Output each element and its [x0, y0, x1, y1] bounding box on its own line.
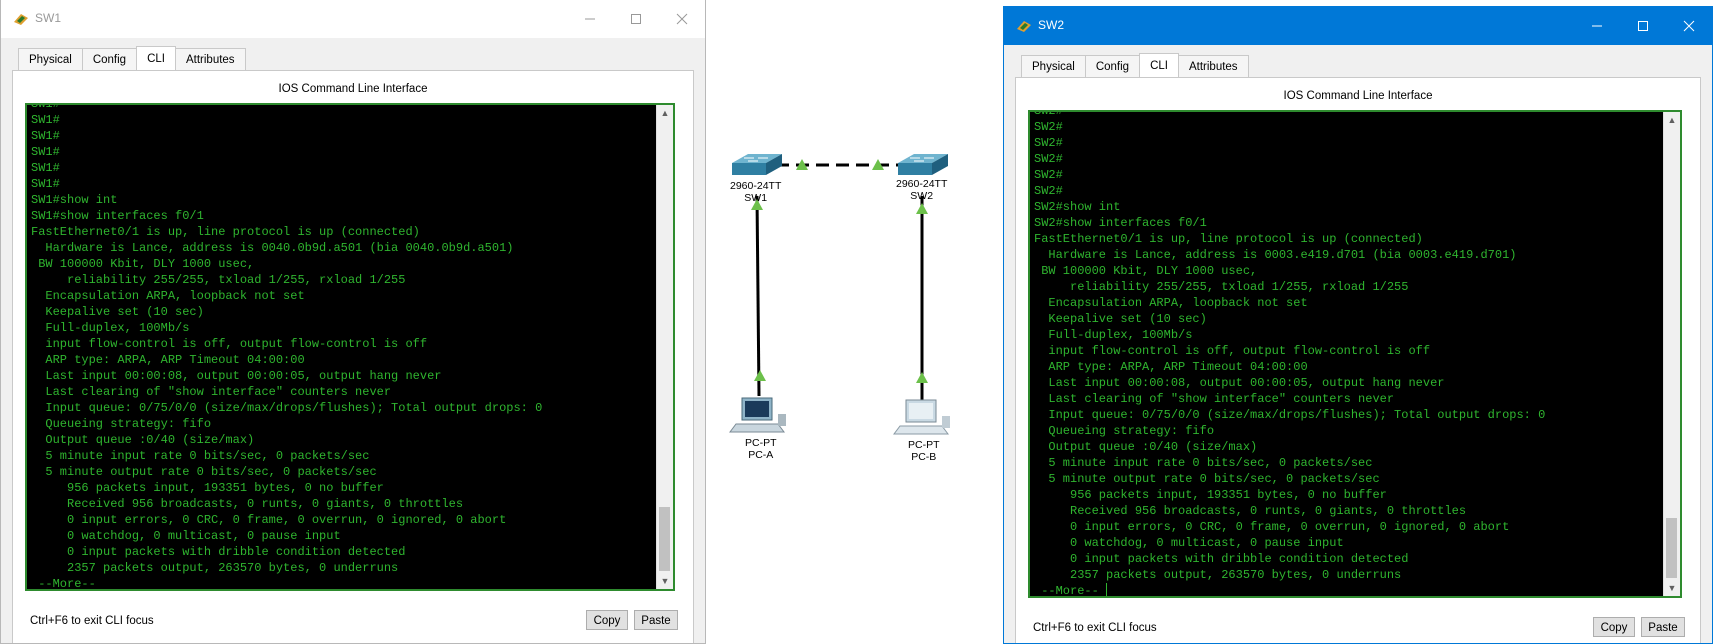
window-title: SW2: [1038, 18, 1065, 32]
sw1-titlebar[interactable]: SW1: [1, 0, 705, 38]
scroll-thumb[interactable]: [1666, 518, 1677, 578]
sw1-device-label[interactable]: 2960-24TT SW1: [730, 180, 781, 204]
device-name: SW1: [744, 192, 768, 204]
minimize-button[interactable]: [1574, 7, 1620, 45]
tab-cli[interactable]: CLI: [1139, 53, 1179, 77]
paste-button[interactable]: Paste: [1641, 617, 1685, 637]
switch-icon[interactable]: [732, 154, 782, 175]
scroll-down-icon[interactable]: ▼: [657, 573, 673, 589]
scroll-up-icon[interactable]: ▲: [1664, 112, 1680, 128]
terminal-output[interactable]: SW2# SW2# SW2# SW2# SW2# SW2# SW2#show i…: [1034, 110, 1654, 598]
text-cursor: [1106, 583, 1108, 596]
sw2-content: Physical Config CLI Attributes IOS Comma…: [1009, 45, 1707, 643]
terminal-scrollbar[interactable]: ▲ ▼: [1663, 112, 1680, 596]
terminal-text: SW2# SW2# SW2# SW2# SW2# SW2# SW2#show i…: [1034, 110, 1546, 598]
minimize-button[interactable]: [567, 0, 613, 38]
link-up-icon: [916, 372, 928, 383]
close-icon: [1683, 20, 1695, 32]
scroll-thumb[interactable]: [659, 507, 670, 571]
tab-bar: Physical Config CLI Attributes: [1021, 53, 1249, 77]
sw2-titlebar[interactable]: SW2: [1004, 7, 1712, 45]
packet-tracer-icon: [1017, 21, 1031, 32]
pcb-device-label[interactable]: PC-PT PC-B: [908, 439, 940, 463]
device-model: PC-PT: [745, 437, 777, 449]
topology-canvas[interactable]: 2960-24TT SW1 2960-24TT SW2 PC-PT PC-A P…: [706, 0, 1003, 644]
maximize-icon: [1638, 21, 1648, 31]
maximize-button[interactable]: [1620, 7, 1666, 45]
link-up-icon: [916, 203, 928, 214]
tab-config[interactable]: Config: [81, 48, 138, 70]
close-icon: [676, 13, 688, 25]
sw1-window: SW1 Physical Config CLI Attributes IOS C…: [0, 0, 706, 644]
device-model: 2960-24TT: [730, 180, 782, 192]
panel-title: IOS Command Line Interface: [1283, 90, 1433, 102]
tab-physical[interactable]: Physical: [1021, 55, 1086, 77]
link-up-icon: [754, 370, 766, 381]
scroll-up-icon[interactable]: ▲: [657, 105, 673, 121]
pca-device-label[interactable]: PC-PT PC-A: [745, 437, 777, 461]
copy-button[interactable]: Copy: [1593, 617, 1635, 637]
scroll-down-icon[interactable]: ▼: [1664, 580, 1680, 596]
sw1-content: Physical Config CLI Attributes IOS Comma…: [6, 38, 700, 643]
tab-cli[interactable]: CLI: [136, 46, 176, 70]
device-name: PC-B: [911, 451, 937, 463]
paste-button[interactable]: Paste: [634, 610, 678, 630]
cli-focus-hint: Ctrl+F6 to exit CLI focus: [1033, 622, 1157, 634]
cli-terminal[interactable]: SW2# SW2# SW2# SW2# SW2# SW2# SW2#show i…: [1028, 110, 1682, 598]
device-name: SW2: [910, 190, 934, 202]
topology-links: [729, 154, 950, 435]
pc-icon[interactable]: [729, 397, 786, 433]
terminal-output[interactable]: SW1# SW1# SW1# SW1# SW1# SW1# SW1#show i…: [31, 105, 651, 589]
tab-attributes[interactable]: Attributes: [174, 48, 246, 70]
maximize-button[interactable]: [613, 0, 659, 38]
panel-title: IOS Command Line Interface: [278, 83, 428, 95]
cli-panel: IOS Command Line Interface SW1# SW1# SW1…: [12, 70, 694, 643]
tab-physical[interactable]: Physical: [18, 48, 83, 70]
terminal-scrollbar[interactable]: ▲ ▼: [656, 105, 673, 589]
cli-focus-hint: Ctrl+F6 to exit CLI focus: [30, 615, 154, 627]
link-sw1-pca[interactable]: [755, 195, 761, 397]
tab-bar: Physical Config CLI Attributes: [18, 46, 246, 70]
tab-attributes[interactable]: Attributes: [1177, 55, 1249, 77]
device-model: 2960-24TT: [896, 178, 948, 190]
maximize-icon: [631, 14, 641, 24]
cli-panel: IOS Command Line Interface SW2# SW2# SW2…: [1015, 77, 1701, 643]
minimize-icon: [585, 18, 595, 20]
device-name: PC-A: [748, 449, 774, 461]
close-button[interactable]: [1666, 7, 1712, 45]
cli-terminal[interactable]: SW1# SW1# SW1# SW1# SW1# SW1# SW1#show i…: [25, 103, 675, 591]
sw2-device-label[interactable]: 2960-24TT SW2: [896, 178, 947, 202]
close-button[interactable]: [659, 0, 705, 38]
window-title: SW1: [35, 11, 62, 25]
copy-button[interactable]: Copy: [586, 610, 628, 630]
minimize-icon: [1592, 25, 1602, 27]
pc-icon[interactable]: [893, 399, 950, 435]
device-model: PC-PT: [908, 439, 940, 451]
packet-tracer-icon: [14, 14, 28, 25]
tab-config[interactable]: Config: [1084, 55, 1141, 77]
sw2-window: SW2 Physical Config CLI Attributes IOS C…: [1003, 6, 1713, 644]
switch-icon[interactable]: [898, 154, 948, 175]
